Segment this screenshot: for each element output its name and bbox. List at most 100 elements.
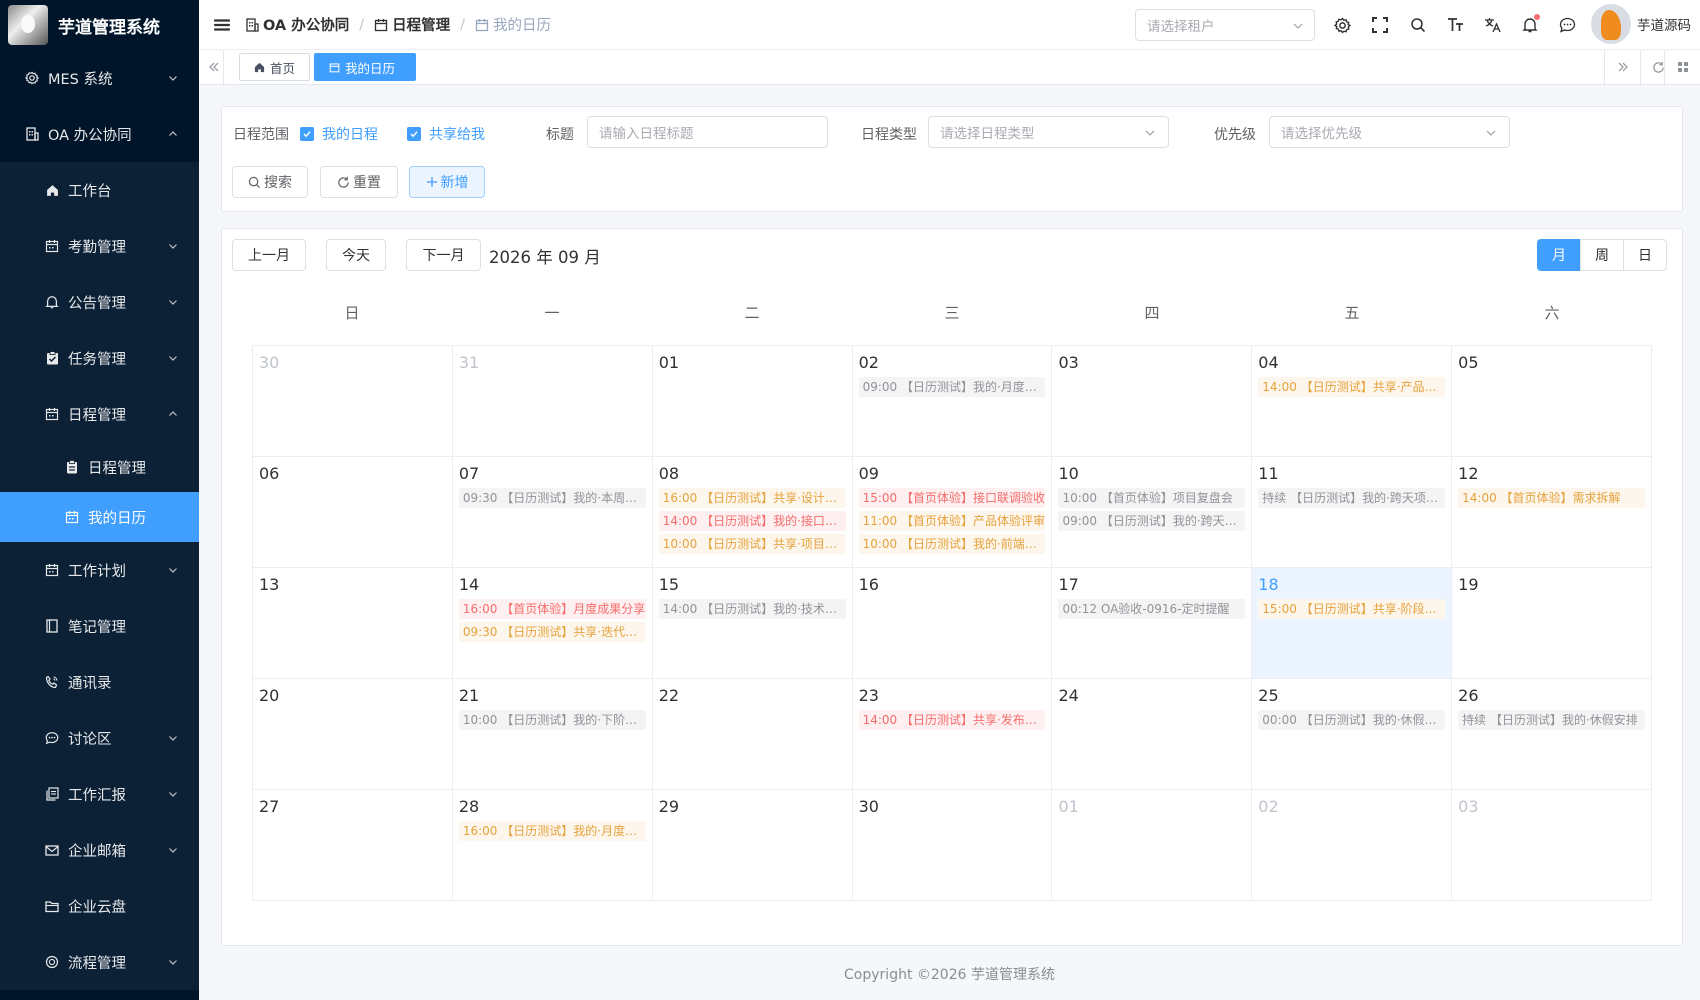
calendar-event[interactable]: 10:00 【日历测试】我的·前端联调 (858, 534, 1046, 554)
tag-my-calendar[interactable]: 我的日历 (314, 53, 417, 81)
breadcrumb-item-oa[interactable]: OA 办公协同 (245, 14, 349, 35)
fullscreen-icon[interactable] (1362, 17, 1400, 33)
sidebar-item-sidebar-oa_children-0[interactable]: 工作台 (0, 162, 199, 218)
checkbox-my-schedule[interactable]: 我的日程 (300, 124, 378, 144)
day-cell[interactable]: 21 10:00 【日历测试】我的·下阶段规划 (452, 679, 653, 790)
day-cell[interactable]: 19 (1452, 568, 1653, 679)
day-cell[interactable]: 14 16:00 【首页体验】月度成果分享 09:30 【日历测试】共享·迭代计划 (452, 568, 653, 679)
checkbox-shared-to-me[interactable]: 共享给我 (407, 124, 485, 144)
day-cell-today[interactable]: 18 15:00 【日历测试】共享·阶段验收 (1252, 568, 1453, 679)
font-size-icon[interactable] (1437, 17, 1475, 33)
tenant-select[interactable]: 请选择租户 (1135, 9, 1315, 41)
sidebar-item-sidebar-oa_children-1[interactable]: 考勤管理 (0, 218, 199, 274)
day-cell[interactable]: 10 10:00 【首页体验】项目复盘会 09:00 【日历测试】我的·跨天出差 (1052, 457, 1253, 568)
sidebar-item-sidebar-items-1[interactable]: OA 办公协同 (0, 106, 199, 162)
tag-home[interactable]: 首页 (239, 53, 311, 81)
day-cell[interactable]: 20 (253, 679, 453, 790)
calendar-event[interactable]: 10:00 【日历测试】我的·下阶段规划 (458, 710, 646, 730)
calendar-event[interactable]: 00:00 【日历测试】我的·休假申请 (1258, 710, 1446, 730)
reset-button[interactable]: 重置 (320, 166, 398, 198)
sidebar-item-sidebar-oa_rest-2[interactable]: 通讯录 (0, 654, 199, 710)
day-cell[interactable]: 26 持续 【日历测试】我的·休假安排 (1452, 679, 1653, 790)
day-cell[interactable]: 16 (852, 568, 1053, 679)
scroll-left-button[interactable] (204, 50, 224, 84)
day-cell[interactable]: 28 16:00 【日历测试】我的·月度总结 (452, 790, 653, 901)
type-select[interactable]: 请选择日程类型 (928, 116, 1169, 148)
sidebar-item-sidebar-oa_children-2[interactable]: 公告管理 (0, 274, 199, 330)
view-week-button[interactable]: 周 (1580, 239, 1624, 271)
day-cell[interactable]: 04 14:00 【日历测试】共享·产品评审 (1252, 346, 1453, 457)
day-cell[interactable]: 31 (452, 346, 653, 457)
priority-select[interactable]: 请选择优先级 (1269, 116, 1510, 148)
calendar-event[interactable]: 09:30 【日历测试】我的·本周计划 (458, 488, 646, 508)
day-cell[interactable]: 09 15:00 【首页体验】接口联调验收 11:00 【首页体验】产品体验评审 10… (852, 457, 1053, 568)
day-cell[interactable]: 22 (652, 679, 853, 790)
calendar-event[interactable]: 14:00 【首页体验】需求拆解 (1458, 488, 1646, 508)
calendar-event[interactable]: 00:12 OA验收-0916-定时提醒 (1058, 599, 1246, 619)
tag-options-button[interactable] (1664, 50, 1700, 84)
day-cell[interactable]: 06 (253, 457, 453, 568)
day-cell[interactable]: 25 00:00 【日历测试】我的·休假申请 (1252, 679, 1453, 790)
calendar-event[interactable]: 15:00 【首页体验】接口联调验收 (858, 488, 1046, 508)
sidebar-item-sidebar-oa_children-3[interactable]: 任务管理 (0, 330, 199, 386)
view-month-button[interactable]: 月 (1537, 239, 1581, 271)
day-cell[interactable]: 07 09:30 【日历测试】我的·本周计划 (452, 457, 653, 568)
sidebar-item-sidebar-schedule_children-1[interactable]: 我的日历 (0, 492, 199, 542)
calendar-event[interactable]: 14:00 【日历测试】我的·接口联调 (658, 511, 846, 531)
calendar-event[interactable]: 16:00 【日历测试】我的·月度总结 (458, 821, 646, 841)
app-logo[interactable]: 芋道管理系统 (0, 0, 199, 50)
sidebar-item-sidebar-oa_rest-3[interactable]: 讨论区 (0, 710, 199, 766)
day-cell[interactable]: 08 16:00 【日历测试】共享·设计评审 14:00 【日历测试】我的·接口联调… (652, 457, 853, 568)
calendar-event[interactable]: 10:00 【首页体验】项目复盘会 (1058, 488, 1246, 508)
settings-icon[interactable] (1324, 17, 1362, 34)
day-cell[interactable]: 23 14:00 【日历测试】共享·发布评审 (852, 679, 1053, 790)
message-icon[interactable] (1549, 17, 1587, 33)
calendar-event[interactable]: 14:00 【日历测试】我的·技术分享 (658, 599, 846, 619)
calendar-event[interactable]: 15:00 【日历测试】共享·阶段验收 (1258, 599, 1446, 619)
day-cell[interactable]: 02 (1252, 790, 1453, 901)
day-cell[interactable]: 29 (652, 790, 853, 901)
day-cell[interactable]: 24 (1052, 679, 1253, 790)
prev-month-button[interactable]: 上一月 (232, 239, 306, 271)
sidebar-item-sidebar-oa_rest-0[interactable]: 工作计划 (0, 542, 199, 598)
search-button[interactable]: 搜索 (232, 166, 308, 198)
user-menu[interactable]: 芋道源码 (1591, 4, 1691, 44)
day-cell[interactable]: 01 (1052, 790, 1253, 901)
view-day-button[interactable]: 日 (1623, 239, 1667, 271)
calendar-event[interactable]: 11:00 【首页体验】产品体验评审 (858, 511, 1046, 531)
sidebar-item-sidebar-oa_rest-4[interactable]: 工作汇报 (0, 766, 199, 822)
calendar-event[interactable]: 16:00 【日历测试】共享·设计评审 (658, 488, 846, 508)
calendar-event[interactable]: 09:00 【日历测试】我的·月度复盘 (858, 377, 1046, 397)
day-cell[interactable]: 12 14:00 【首页体验】需求拆解 (1452, 457, 1653, 568)
title-input[interactable]: 请输入日程标题 (587, 116, 828, 148)
add-button[interactable]: 新增 (409, 166, 485, 198)
hamburger-icon[interactable] (213, 16, 231, 34)
sidebar-item-sidebar-oa_rest-7[interactable]: 流程管理 (0, 934, 199, 990)
calendar-event[interactable]: 10:00 【日历测试】共享·项目启动 (658, 534, 846, 554)
today-button[interactable]: 今天 (326, 239, 386, 271)
day-cell[interactable]: 30 (852, 790, 1053, 901)
day-cell[interactable]: 13 (253, 568, 453, 679)
day-cell[interactable]: 03 (1452, 790, 1653, 901)
sidebar-item-sidebar-oa_rest-1[interactable]: 笔记管理 (0, 598, 199, 654)
sidebar-item-sidebar-oa_children-4[interactable]: 日程管理 (0, 386, 199, 442)
day-cell[interactable]: 11 持续 【日历测试】我的·跨天项目冲刺 (1252, 457, 1453, 568)
bell-icon[interactable] (1512, 14, 1550, 33)
sidebar-item-sidebar-items-0[interactable]: MES 系统 (0, 50, 199, 106)
translate-icon[interactable] (1474, 17, 1512, 33)
sidebar-item-sidebar-oa_rest-5[interactable]: 企业邮箱 (0, 822, 199, 878)
day-cell[interactable]: 15 14:00 【日历测试】我的·技术分享 (652, 568, 853, 679)
sidebar-item-sidebar-oa_rest-6[interactable]: 企业云盘 (0, 878, 199, 934)
calendar-event[interactable]: 09:00 【日历测试】我的·跨天出差 (1058, 511, 1246, 531)
day-cell[interactable]: 30 (253, 346, 453, 457)
search-icon[interactable] (1399, 17, 1437, 33)
calendar-event[interactable]: 09:30 【日历测试】共享·迭代计划 (458, 622, 646, 642)
sidebar-item-sidebar-schedule_children-0[interactable]: 日程管理 (0, 442, 199, 492)
calendar-event[interactable]: 16:00 【首页体验】月度成果分享 (458, 599, 646, 619)
calendar-event[interactable]: 持续 【日历测试】我的·跨天项目冲刺 (1258, 488, 1446, 508)
scroll-right-button[interactable] (1604, 50, 1640, 84)
day-cell[interactable]: 17 00:12 OA验收-0916-定时提醒 (1052, 568, 1253, 679)
next-month-button[interactable]: 下一月 (406, 239, 481, 271)
breadcrumb-item-schedule[interactable]: 日程管理 (374, 14, 450, 35)
calendar-event[interactable]: 14:00 【日历测试】共享·产品评审 (1258, 377, 1446, 397)
